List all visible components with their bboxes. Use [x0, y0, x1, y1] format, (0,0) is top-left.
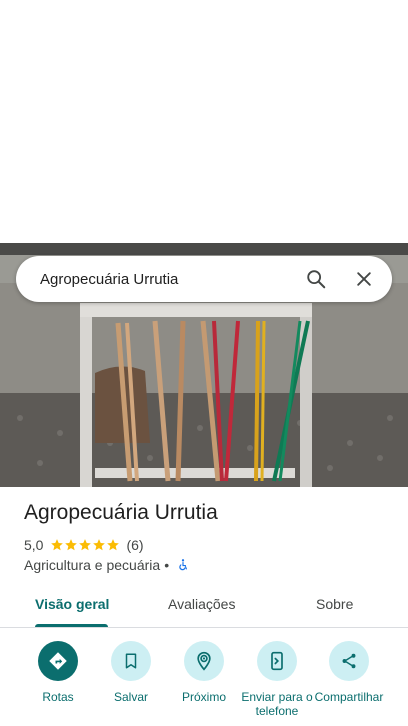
- bookmark-icon: [111, 641, 151, 681]
- star-icon: [79, 539, 92, 551]
- nearby-button[interactable]: Próximo: [164, 641, 244, 704]
- send-to-phone-button[interactable]: Enviar para o telefone: [237, 641, 317, 718]
- active-tab-indicator: [35, 624, 108, 627]
- place-category: Agricultura e pecuária: [24, 557, 161, 573]
- search-input[interactable]: Agropecuária Urrutia: [40, 271, 392, 288]
- search-icon[interactable]: [304, 267, 328, 291]
- tab-about[interactable]: Sobre: [316, 596, 353, 612]
- star-icon: [51, 539, 64, 551]
- directions-icon: [38, 641, 78, 681]
- rating-value: 5,0: [24, 537, 44, 553]
- separator-dot: •: [164, 557, 170, 573]
- share-button[interactable]: Compartilhar: [309, 641, 389, 704]
- save-label: Salvar: [113, 690, 148, 704]
- action-bar: Rotas Salvar Próximo Enviar para o telef…: [0, 628, 408, 726]
- nearby-label: Próximo: [181, 690, 226, 704]
- nearby-icon: [184, 641, 224, 681]
- send-to-phone-label: Enviar para o telefone: [241, 690, 313, 718]
- tab-reviews[interactable]: Avaliações: [168, 596, 235, 612]
- directions-button[interactable]: Rotas: [18, 641, 98, 704]
- tab-bar: Visão geral Avaliações Sobre: [0, 590, 408, 628]
- tab-overview[interactable]: Visão geral: [35, 596, 109, 612]
- wheelchair-accessible-icon: [179, 559, 188, 571]
- save-button[interactable]: Salvar: [91, 641, 171, 704]
- place-title: Agropecuária Urrutia: [24, 501, 218, 524]
- send-to-phone-icon: [257, 641, 297, 681]
- star-rating: [50, 538, 120, 552]
- star-icon: [93, 539, 106, 551]
- star-icon: [65, 539, 78, 551]
- star-icon: [107, 539, 120, 551]
- directions-label: Rotas: [42, 690, 74, 704]
- category-row: Agricultura e pecuária •: [24, 556, 190, 574]
- rating-row[interactable]: 5,0 (6): [24, 536, 144, 554]
- close-icon[interactable]: [352, 267, 376, 291]
- map-blank-area: [0, 0, 408, 243]
- share-label: Compartilhar: [314, 690, 384, 704]
- share-icon: [329, 641, 369, 681]
- search-bar[interactable]: Agropecuária Urrutia: [16, 256, 392, 302]
- review-count[interactable]: (6): [126, 537, 143, 553]
